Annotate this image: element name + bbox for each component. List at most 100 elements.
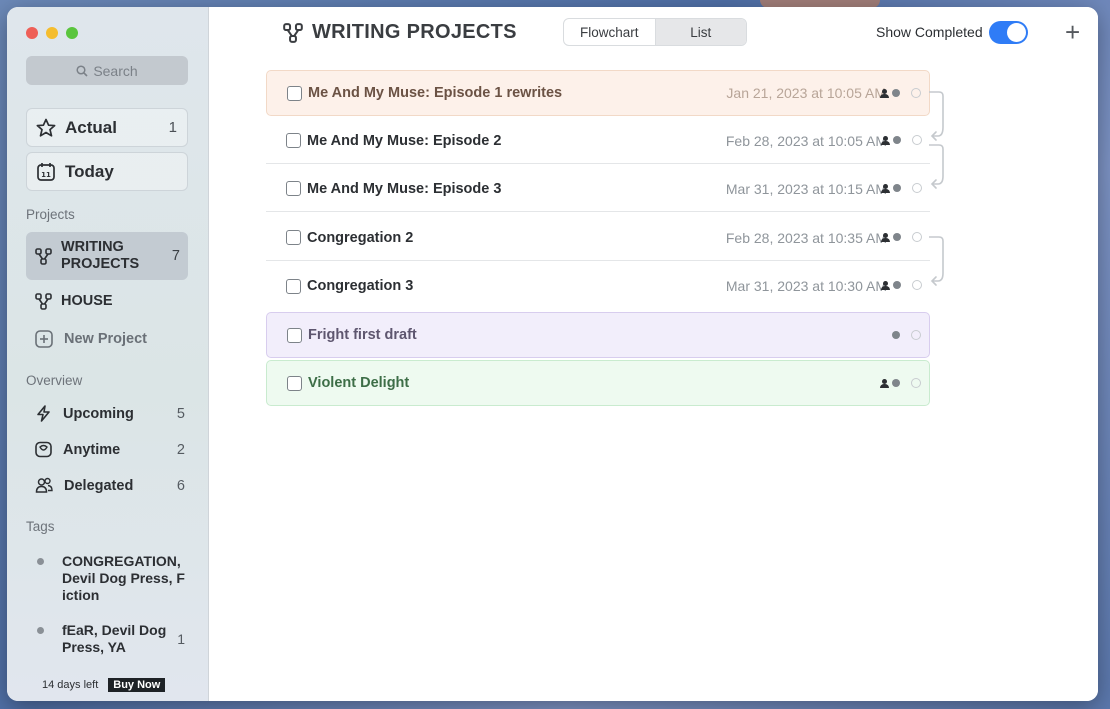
sidebar-tag-congregation[interactable]: CONGREGATION, Devil Dog Press, Fiction [37,553,185,604]
task-status [881,232,922,242]
task-status [880,88,921,98]
task-row[interactable]: Me And My Muse: Episode 1 rewrites Jan 2… [266,70,930,116]
search-button[interactable]: Search [26,56,188,85]
task-row[interactable]: Me And My Muse: Episode 2 Feb 28, 2023 a… [266,118,930,164]
task-status [880,378,921,388]
search-icon [76,64,88,77]
sidebar-item-actual[interactable]: Actual 1 [26,108,188,147]
buy-now-button[interactable]: Buy Now [108,678,166,692]
trial-days-left: 14 days left [42,679,99,691]
task-row[interactable]: Me And My Muse: Episode 3 Mar 31, 2023 a… [266,166,930,212]
projects-header: Projects [26,207,75,222]
sidebar-item-upcoming[interactable]: Upcoming 5 [35,405,185,422]
count-badge: 1 [168,119,177,136]
tab-list[interactable]: List [654,19,746,45]
sidebar-item-delegated[interactable]: Delegated 6 [35,477,185,494]
task-row[interactable]: Fright first draft [266,312,930,358]
trial-banner: 14 days left Buy Now [42,678,166,692]
task-date: Feb 28, 2023 at 10:35 AM [725,229,887,246]
new-project-button[interactable]: New Project [35,330,147,348]
task-status [881,183,922,193]
flowchart-icon [283,22,303,43]
search-label: Search [93,62,138,79]
task-checkbox[interactable] [287,85,302,101]
progress-ring-icon [912,183,922,193]
task-row[interactable]: Congregation 3 Mar 31, 2023 at 10:30 AM [266,263,930,309]
window-controls [26,27,78,39]
progress-ring-icon [912,232,922,242]
page-header: WRITING PROJECTS [283,21,517,44]
task-row[interactable]: Congregation 2 Feb 28, 2023 at 10:35 AM [266,215,930,261]
sidebar-item-today[interactable]: 11 Today [26,152,188,191]
sidebar: Search Actual 1 11 Today Projects WRITIN… [7,7,209,701]
sidebar-item-label: HOUSE [61,292,113,309]
status-dot-icon [892,379,900,387]
task-checkbox[interactable] [287,327,302,343]
count-badge: 5 [176,405,185,422]
person-icon [880,88,889,98]
sidebar-tag-fear[interactable]: fEaR, Devil Dog Press, YA 1 [37,622,185,656]
view-switcher: Flowchart List [563,18,747,46]
progress-ring-icon [912,135,922,145]
minimize-window-button[interactable] [46,27,58,39]
status-dot-icon [893,136,901,144]
person-icon [880,378,889,388]
status-dot-icon [893,281,901,289]
flowchart-icon [35,247,52,265]
status-dot-icon [893,184,901,192]
zoom-window-button[interactable] [66,27,78,39]
overview-header: Overview [26,373,83,388]
sidebar-item-label: Upcoming [63,405,134,422]
flowchart-icon [35,292,52,310]
toggle-knob [1007,23,1026,42]
sidebar-item-house[interactable]: HOUSE [26,291,188,311]
task-name: Fright first draft [308,327,417,343]
lightning-icon [37,405,50,422]
close-window-button[interactable] [26,27,38,39]
anytime-icon [35,441,52,458]
task-name: Me And My Muse: Episode 2 [307,132,502,149]
page-title: WRITING PROJECTS [312,21,517,43]
main-content: WRITING PROJECTS Flowchart List Show Com… [209,7,1098,701]
add-task-button[interactable]: + [1065,19,1080,45]
show-completed-label: Show Completed [876,24,983,40]
task-date: Mar 31, 2023 at 10:15 AM [725,180,887,197]
progress-ring-icon [911,378,921,388]
people-icon [35,477,53,493]
app-window: Search Actual 1 11 Today Projects WRITIN… [7,7,1098,701]
person-icon [881,183,890,193]
task-date: Jan 21, 2023 at 10:05 AM [726,85,886,101]
task-status [892,330,921,340]
task-name: Me And My Muse: Episode 1 rewrites [308,85,563,101]
task-status [881,280,922,290]
task-name: Congregation 2 [307,229,414,246]
count-badge: 7 [171,248,180,264]
person-icon [881,232,890,242]
progress-ring-icon [912,280,922,290]
task-checkbox[interactable] [286,278,301,294]
tab-flowchart[interactable]: Flowchart [564,19,655,45]
sidebar-item-label: fEaR, Devil Dog Press, YA [62,622,167,655]
sidebar-item-anytime[interactable]: Anytime 2 [35,441,185,458]
progress-ring-icon [911,88,921,98]
sidebar-item-label: CONGREGATION, Devil Dog Press, Fiction [62,553,185,603]
task-checkbox[interactable] [286,181,301,196]
task-name: Me And My Muse: Episode 3 [307,180,502,197]
task-checkbox[interactable] [287,375,302,391]
task-name: Congregation 3 [307,278,414,294]
svg-text:11: 11 [41,171,51,179]
task-date: Mar 31, 2023 at 10:30 AM [725,278,887,294]
task-checkbox[interactable] [286,230,301,245]
sidebar-item-label: Anytime [63,441,121,458]
task-checkbox[interactable] [286,133,301,148]
dependency-arrows [929,91,944,286]
show-completed-toggle[interactable] [989,21,1028,44]
task-status [881,135,922,145]
status-dot-icon [892,331,900,339]
sidebar-item-label: Actual [65,117,117,137]
person-icon [881,135,890,145]
status-dot-icon [892,89,900,97]
count-badge: 1 [177,631,185,647]
sidebar-item-writing-projects[interactable]: WRITING PROJECTS 7 [26,232,188,280]
task-row[interactable]: Violent Delight [266,360,930,406]
